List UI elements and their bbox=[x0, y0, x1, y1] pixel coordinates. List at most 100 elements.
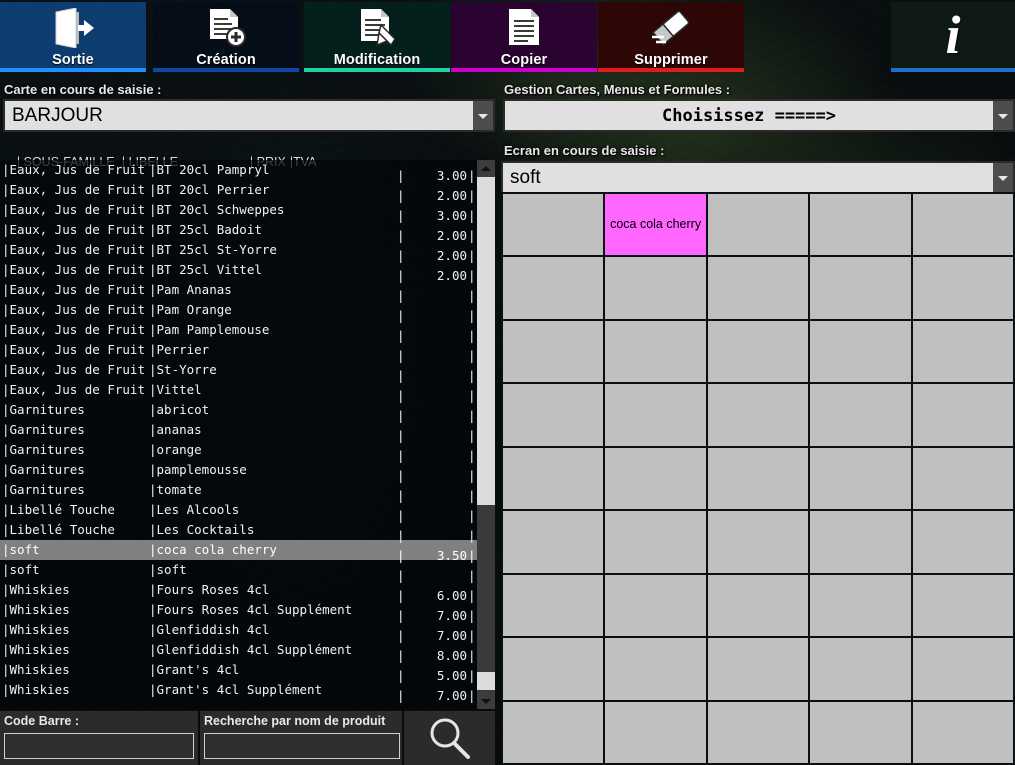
grid-key-empty[interactable] bbox=[707, 447, 809, 510]
grid-key-empty[interactable] bbox=[810, 384, 911, 446]
grid-key-empty[interactable] bbox=[605, 257, 706, 319]
grid-key-empty[interactable] bbox=[810, 701, 911, 763]
product-list[interactable]: |Eaux, Jus de Fruit |BT 20cl Pampryl | 3.00… bbox=[0, 160, 495, 709]
grid-key-empty[interactable] bbox=[503, 638, 604, 700]
table-row[interactable]: |Eaux, Jus de Fruit |Pam Ananas | | bbox=[0, 280, 477, 303]
grid-key-empty[interactable] bbox=[605, 447, 706, 510]
grid-key-empty[interactable] bbox=[810, 574, 911, 637]
scroll-up-button[interactable] bbox=[477, 160, 495, 177]
tab-sortie[interactable]: Sortie bbox=[0, 2, 146, 72]
grid-key-empty[interactable] bbox=[912, 638, 1013, 700]
table-row[interactable]: |Eaux, Jus de Fruit |Pam Orange | | bbox=[0, 300, 477, 323]
grid-key-empty[interactable] bbox=[912, 384, 1013, 446]
table-row[interactable]: |Whiskies|Grant's 4cl Supplément|7.00|1 bbox=[0, 680, 490, 703]
tab-copier[interactable]: Copier bbox=[451, 2, 597, 72]
cell-sous-famille: |Eaux, Jus de Fruit bbox=[2, 382, 145, 397]
cell-sous-famille: |Whiskies bbox=[2, 642, 70, 657]
grid-key-empty[interactable] bbox=[912, 701, 1013, 763]
table-row[interactable]: |Libellé Touche |Les Alcools | | bbox=[0, 500, 477, 523]
table-row[interactable]: |Whiskies|Fours Roses 4cl|6.00|1 bbox=[0, 580, 490, 603]
scrollbar-thumb[interactable] bbox=[477, 177, 495, 505]
table-row[interactable]: |Eaux, Jus de Fruit |Pam Pamplemouse | | bbox=[0, 320, 477, 343]
table-row[interactable]: |Eaux, Jus de Fruit |BT 20cl Pampryl | 3.00… bbox=[0, 160, 490, 183]
table-row[interactable]: |Garnitures |orange | | bbox=[0, 440, 477, 463]
grid-key-empty[interactable] bbox=[707, 574, 809, 637]
grid-key-empty[interactable] bbox=[605, 574, 706, 637]
grid-key-empty[interactable] bbox=[503, 447, 604, 510]
grid-key-empty[interactable] bbox=[810, 257, 911, 319]
table-row[interactable]: |Garnitures |ananas | | bbox=[0, 420, 477, 443]
grid-key-empty[interactable] bbox=[605, 320, 706, 383]
table-row[interactable]: |Eaux, Jus de Fruit |Perrier | | bbox=[0, 340, 477, 363]
chevron-down-icon[interactable] bbox=[993, 101, 1013, 130]
ecran-combo[interactable]: soft bbox=[501, 161, 1015, 194]
grid-key-empty[interactable] bbox=[503, 511, 604, 573]
grid-key-empty[interactable] bbox=[503, 320, 604, 383]
table-row[interactable]: |Eaux, Jus de Fruit |BT 25cl St-Yorre | 2.0… bbox=[0, 240, 490, 263]
cell-libelle: |orange bbox=[149, 442, 202, 457]
product-list-rows: |Eaux, Jus de Fruit |BT 20cl Pampryl | 3.00… bbox=[0, 160, 490, 703]
table-row[interactable]: |Whiskies|Glenfiddish 4cl|7.00|1 bbox=[0, 620, 490, 643]
scrollbar-thumb-secondary[interactable] bbox=[477, 672, 495, 690]
chevron-down-icon[interactable] bbox=[993, 163, 1013, 192]
table-row[interactable]: |Eaux, Jus de Fruit |BT 20cl Schweppes | 3.… bbox=[0, 200, 490, 223]
table-row[interactable]: |Libellé Touche |Les Cocktails | | bbox=[0, 520, 477, 543]
grid-key-empty[interactable] bbox=[605, 511, 706, 573]
table-row[interactable]: |Eaux, Jus de Fruit |St-Yorre | | bbox=[0, 360, 477, 383]
table-row[interactable]: |Whiskies |Fours Roses 4cl Supplément | 7.0… bbox=[0, 600, 490, 623]
grid-key-filled[interactable]: coca cola cherry bbox=[605, 194, 706, 256]
tab-modification[interactable]: Modification bbox=[304, 2, 450, 72]
table-row[interactable]: |soft |soft | | bbox=[0, 560, 477, 583]
grid-key-empty[interactable] bbox=[810, 447, 911, 510]
table-row[interactable]: |Garnitures |tomate | | bbox=[0, 480, 477, 503]
grid-key-empty[interactable] bbox=[605, 701, 706, 763]
table-row[interactable]: |Whiskies |Glenfiddish 4cl Supplément | 8.0… bbox=[0, 640, 490, 663]
table-row[interactable]: |soft|coca cola cherry|3.50|2 bbox=[0, 540, 490, 563]
grid-key-empty[interactable] bbox=[707, 257, 809, 319]
grid-key-empty[interactable] bbox=[912, 447, 1013, 510]
tab-supprimer[interactable]: Supprimer bbox=[598, 2, 744, 72]
grid-key-empty[interactable] bbox=[707, 638, 809, 700]
product-list-scrollbar[interactable] bbox=[477, 160, 495, 709]
table-row[interactable]: |Garnitures |pamplemousse | | bbox=[0, 460, 477, 483]
grid-key-empty[interactable] bbox=[707, 320, 809, 383]
screen-key-grid: coca cola cherry bbox=[501, 192, 1015, 765]
search-button[interactable] bbox=[404, 709, 495, 765]
barcode-input[interactable] bbox=[4, 733, 194, 759]
grid-key-empty[interactable] bbox=[912, 511, 1013, 573]
grid-key-empty[interactable] bbox=[503, 701, 604, 763]
table-row[interactable]: |Eaux, Jus de Fruit |BT 25cl Badoit | 2.00|… bbox=[0, 220, 490, 243]
barcode-label: Code Barre : bbox=[4, 714, 80, 728]
grid-key-empty[interactable] bbox=[503, 194, 604, 256]
grid-key-empty[interactable] bbox=[503, 384, 604, 446]
cell-libelle: |soft bbox=[149, 562, 187, 577]
scroll-down-button[interactable] bbox=[477, 692, 495, 709]
table-row[interactable]: |Eaux, Jus de Fruit |BT 20cl Perrier | 2.00… bbox=[0, 180, 490, 203]
grid-key-empty[interactable] bbox=[810, 320, 911, 383]
table-row[interactable]: |Garnitures |abricot | | bbox=[0, 400, 477, 423]
grid-key-empty[interactable] bbox=[912, 194, 1013, 256]
grid-key-empty[interactable] bbox=[605, 384, 706, 446]
grid-key-empty[interactable] bbox=[605, 638, 706, 700]
table-row[interactable]: |Eaux, Jus de Fruit |BT 25cl Vittel | 2.00|… bbox=[0, 260, 490, 283]
grid-key-empty[interactable] bbox=[707, 701, 809, 763]
grid-key-empty[interactable] bbox=[810, 194, 911, 256]
grid-key-empty[interactable] bbox=[912, 574, 1013, 637]
gestion-combo[interactable]: Choisissez =====> bbox=[503, 99, 1015, 132]
tab-info[interactable]: i bbox=[891, 2, 1015, 72]
grid-key-empty[interactable] bbox=[503, 257, 604, 319]
grid-key-empty[interactable] bbox=[707, 194, 809, 256]
chevron-down-icon[interactable] bbox=[473, 101, 493, 130]
grid-key-empty[interactable] bbox=[707, 384, 809, 446]
grid-key-empty[interactable] bbox=[707, 511, 809, 573]
table-row[interactable]: |Whiskies|Grant's 4cl|5.00|1 bbox=[0, 660, 490, 683]
carte-combo[interactable]: BARJOUR bbox=[3, 99, 495, 132]
product-name-input[interactable] bbox=[204, 733, 400, 759]
table-row[interactable]: |Eaux, Jus de Fruit |Vittel | | bbox=[0, 380, 477, 403]
grid-key-empty[interactable] bbox=[912, 257, 1013, 319]
grid-key-empty[interactable] bbox=[503, 574, 604, 637]
grid-key-empty[interactable] bbox=[810, 638, 911, 700]
grid-key-empty[interactable] bbox=[912, 320, 1013, 383]
grid-key-empty[interactable] bbox=[810, 511, 911, 573]
tab-cr-ation[interactable]: Création bbox=[153, 2, 299, 72]
